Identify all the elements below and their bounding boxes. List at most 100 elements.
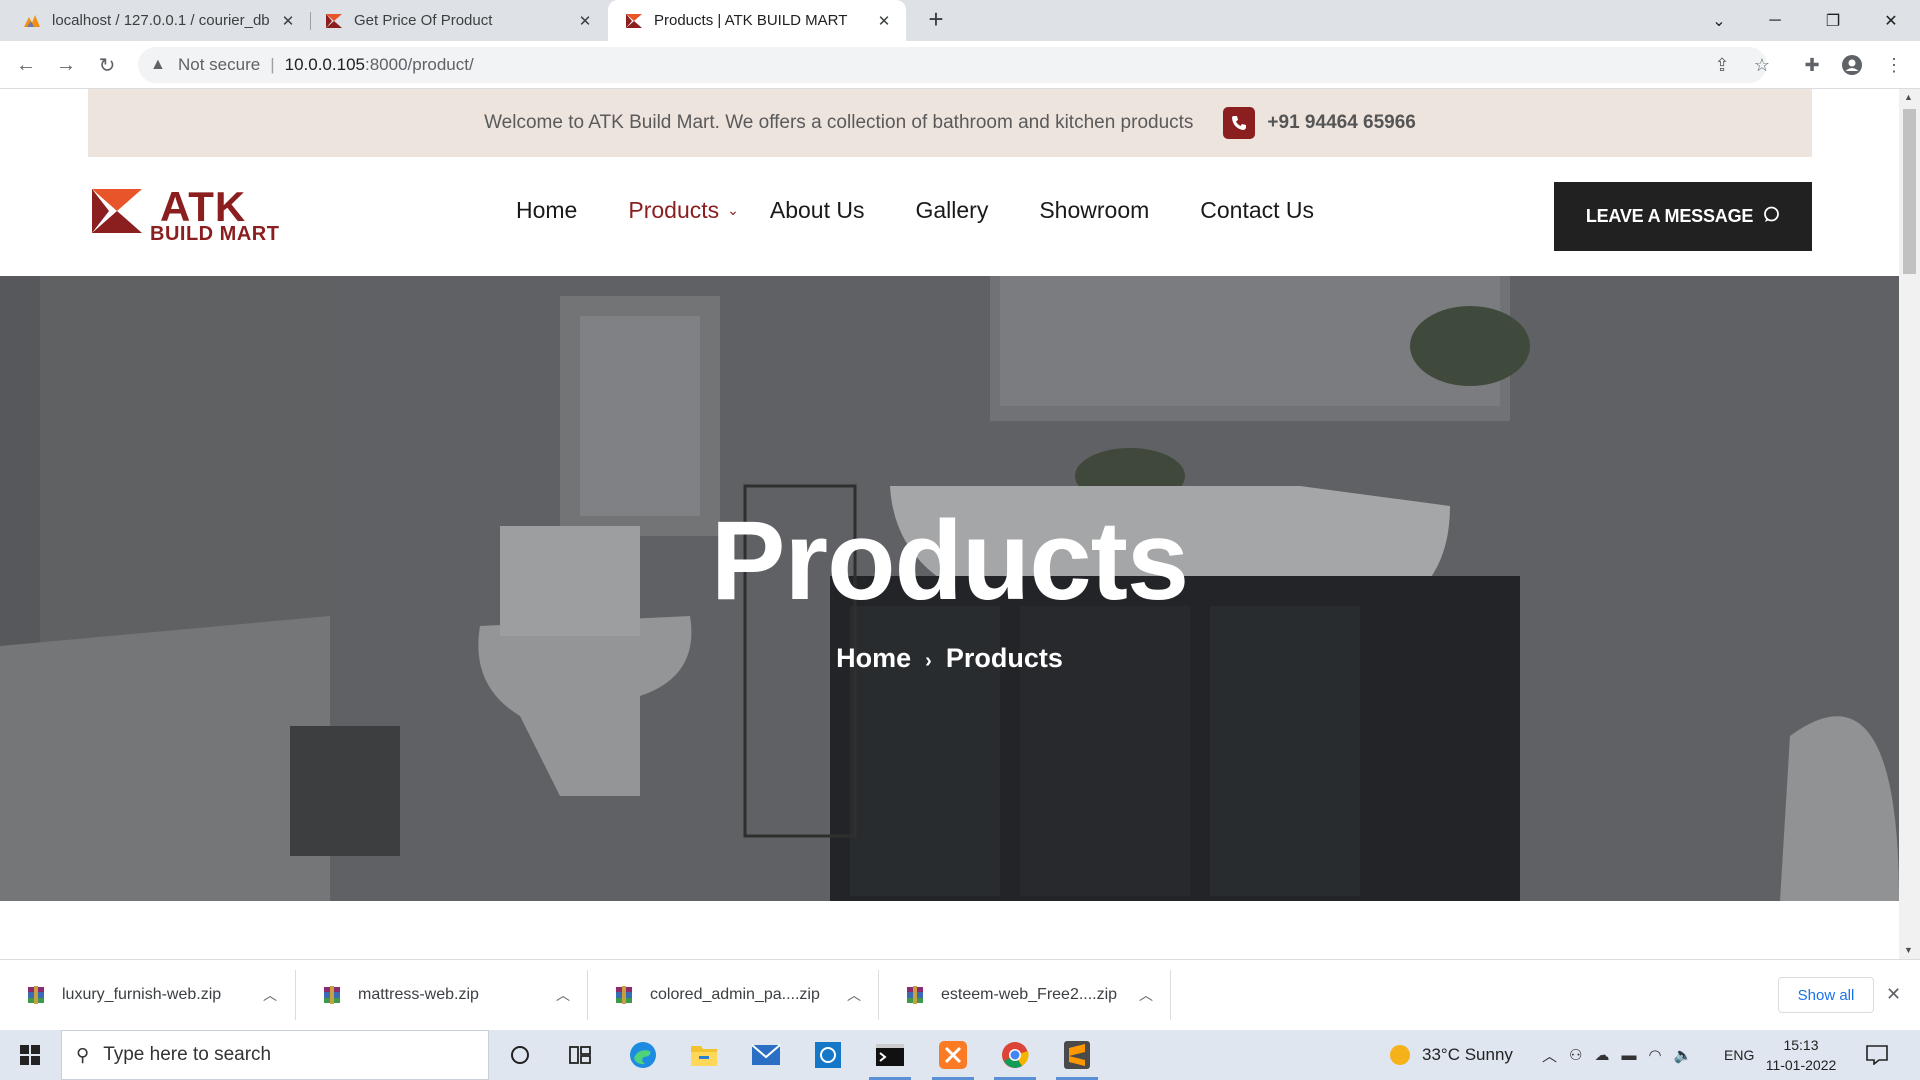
site-header: ATK BUILD MART Home Products ⌄ About Us G… — [0, 157, 1899, 276]
task-view-icon[interactable] — [551, 1030, 609, 1080]
page-title: Products — [710, 498, 1189, 623]
windows-start-icon[interactable] — [0, 1030, 60, 1080]
welcome-text: Welcome to ATK Build Mart. We offers a c… — [484, 112, 1194, 133]
xampp-icon[interactable] — [924, 1030, 982, 1080]
winrar-archive-icon — [324, 986, 340, 1004]
window-close-button[interactable]: ✕ — [1868, 0, 1914, 41]
forward-arrow-icon[interactable]: → — [50, 49, 82, 81]
tab-search-chevron-icon[interactable]: ⌄ — [1696, 0, 1742, 41]
site-logo[interactable]: ATK BUILD MART — [90, 183, 280, 245]
chevron-up-icon[interactable]: ︿ — [260, 985, 280, 1005]
battery-icon[interactable]: ▬ — [1621, 1047, 1648, 1064]
phone-number[interactable]: +91 94464 65966 — [1267, 112, 1415, 134]
url-path: :8000/product/ — [364, 55, 474, 74]
reload-icon[interactable]: ↻ — [91, 49, 123, 81]
mail-icon[interactable] — [737, 1030, 795, 1080]
nav-contact-us[interactable]: Contact Us — [1200, 197, 1314, 224]
close-icon[interactable]: ✕ — [278, 11, 298, 31]
download-item[interactable]: luxury_furnish-web.zip ︿ — [0, 968, 294, 1022]
divider — [1170, 970, 1171, 1020]
minimize-button[interactable]: ─ — [1752, 0, 1798, 41]
atk-favicon — [626, 13, 642, 28]
leave-message-button[interactable]: LEAVE A MESSAGE — [1554, 182, 1812, 251]
sublime-text-icon[interactable] — [1048, 1030, 1106, 1080]
tab-title: localhost / 127.0.0.1 / courier_db — [52, 12, 270, 29]
notification-icon[interactable] — [1866, 1030, 1888, 1080]
terminal-icon[interactable] — [861, 1030, 919, 1080]
chevron-down-icon: ⌄ — [727, 202, 739, 218]
cta-label: LEAVE A MESSAGE — [1585, 206, 1754, 226]
wifi-icon[interactable]: ◠ — [1648, 1046, 1673, 1064]
language-indicator[interactable]: ENG — [1724, 1030, 1754, 1080]
announcement-bar: Welcome to ATK Build Mart. We offers a c… — [88, 89, 1812, 157]
new-tab-button[interactable]: + — [922, 6, 950, 34]
page-scrollbar[interactable]: ▲ ▼ — [1899, 89, 1920, 959]
file-explorer-icon[interactable] — [675, 1030, 733, 1080]
whatsapp-icon — [1763, 206, 1780, 228]
back-arrow-icon[interactable]: ← — [10, 49, 42, 81]
windows-taskbar: ⚲ Type here to search 33°C Sunny ︿ ⚇ ☁ ▬ ◠ 🔈 … — [0, 1030, 1920, 1080]
breadcrumb-home[interactable]: Home — [836, 643, 911, 673]
edge-browser-icon[interactable] — [614, 1030, 672, 1080]
hero-banner: Products Home › Products — [0, 276, 1899, 901]
close-icon[interactable]: ✕ — [1886, 984, 1901, 1005]
tab-phpmyadmin[interactable]: localhost / 127.0.0.1 / courier_db ✕ — [0, 0, 310, 41]
kebab-menu-icon[interactable]: ⋮ — [1882, 53, 1906, 77]
dell-support-icon[interactable] — [799, 1030, 857, 1080]
nav-label: Products — [628, 197, 720, 223]
download-filename: esteem-web_Free2....zip — [941, 986, 1118, 1003]
download-shelf: luxury_furnish-web.zip ︿ mattress-web.zi… — [0, 959, 1920, 1030]
browser-toolbar: ← → ↻ ▲ Not secure | 10.0.0.105:8000/pro… — [0, 41, 1920, 89]
system-tray-icons[interactable]: ︿ ⚇ ☁ ▬ ◠ 🔈 — [1542, 1030, 1704, 1080]
browser-tab-strip: localhost / 127.0.0.1 / courier_db ✕ Get… — [0, 0, 1920, 41]
close-icon[interactable]: ✕ — [874, 11, 894, 31]
extensions-puzzle-icon[interactable]: ✚ — [1800, 53, 1824, 77]
taskbar-search-input[interactable]: ⚲ Type here to search — [61, 1030, 489, 1080]
address-bar[interactable]: ▲ Not secure | 10.0.0.105:8000/product/ — [138, 47, 1767, 83]
tab-get-price[interactable]: Get Price Of Product ✕ — [311, 0, 607, 41]
url-text: 10.0.0.105:8000/product/ — [285, 55, 474, 75]
nav-about-us[interactable]: About Us — [770, 197, 865, 224]
scroll-up-arrow-icon[interactable]: ▲ — [1904, 92, 1913, 102]
clock-time: 15:13 — [1783, 1037, 1819, 1053]
nav-label: Contact Us — [1200, 197, 1315, 223]
weather-widget[interactable]: 33°C Sunny — [1390, 1030, 1513, 1080]
cortana-icon[interactable] — [491, 1030, 549, 1080]
chrome-icon[interactable] — [986, 1030, 1044, 1080]
chevron-up-icon[interactable]: ︿ — [553, 985, 573, 1005]
winrar-archive-icon — [616, 986, 632, 1004]
scroll-down-arrow-icon[interactable]: ▼ — [1904, 945, 1913, 955]
chevron-up-icon[interactable]: ︿ — [1136, 985, 1156, 1005]
nav-label: Home — [516, 197, 578, 223]
restore-button[interactable]: ❐ — [1810, 0, 1856, 41]
download-filename: luxury_furnish-web.zip — [62, 986, 222, 1003]
profile-avatar-icon[interactable] — [1840, 53, 1864, 77]
usb-icon[interactable]: ⚇ — [1569, 1046, 1594, 1064]
show-all-downloads-button[interactable]: Show all — [1778, 977, 1874, 1013]
chevron-up-icon[interactable]: ︿ — [844, 985, 864, 1005]
download-item[interactable]: colored_admin_pa....zip ︿ — [588, 968, 878, 1022]
search-icon: ⚲ — [76, 1044, 90, 1065]
scrollbar-thumb[interactable] — [1903, 109, 1916, 274]
download-filename: colored_admin_pa....zip — [650, 986, 820, 1003]
nav-label: Gallery — [915, 197, 989, 223]
nav-showroom[interactable]: Showroom — [1039, 197, 1149, 224]
volume-icon[interactable]: 🔈 — [1674, 1046, 1705, 1064]
nav-products[interactable]: Products ⌄ — [628, 197, 739, 224]
nav-gallery[interactable]: Gallery — [915, 197, 988, 224]
download-item[interactable]: mattress-web.zip ︿ — [296, 968, 587, 1022]
atk-favicon — [326, 13, 342, 28]
chevron-up-icon[interactable]: ︿ — [1542, 1045, 1569, 1066]
clock[interactable]: 15:13 11-01-2022 — [1756, 1035, 1846, 1075]
download-item[interactable]: esteem-web_Free2....zip ︿ — [879, 968, 1170, 1022]
tab-products-active[interactable]: Products | ATK BUILD MART ✕ — [608, 0, 906, 41]
onedrive-cloud-icon[interactable]: ☁ — [1594, 1046, 1621, 1064]
logo-text-build-mart: BUILD MART — [150, 223, 280, 245]
url-host: 10.0.0.105 — [284, 55, 365, 74]
share-icon[interactable]: ⇪ — [1710, 53, 1734, 77]
nav-label: About Us — [769, 197, 865, 223]
nav-home[interactable]: Home — [516, 197, 577, 224]
chevron-right-icon: › — [925, 650, 932, 672]
bookmark-star-icon[interactable]: ☆ — [1750, 53, 1774, 77]
close-icon[interactable]: ✕ — [575, 11, 595, 31]
